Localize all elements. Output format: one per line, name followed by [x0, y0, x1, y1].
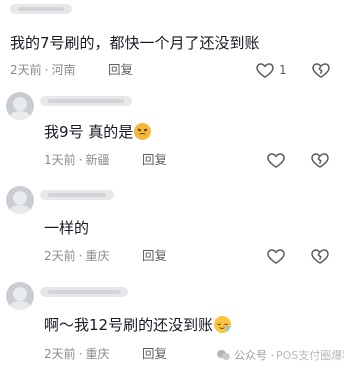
comment-location: 新疆 — [85, 153, 110, 167]
comment-time: 2天前 — [44, 249, 76, 263]
like-button[interactable] — [265, 149, 287, 171]
heart-outline-icon — [267, 249, 285, 264]
watermark-prefix: 公众号 · — [234, 349, 274, 362]
username-redacted — [40, 287, 128, 297]
comment-text: 我9号 真的是 — [44, 122, 152, 142]
dislike-button[interactable] — [310, 59, 332, 81]
comment-time: 2天前 — [44, 347, 76, 361]
username-redacted — [40, 96, 132, 106]
like-count: 1 — [279, 63, 287, 77]
heart-outline-icon — [267, 153, 285, 168]
avatar[interactable] — [6, 92, 34, 120]
reply-button[interactable]: 回复 — [142, 346, 167, 362]
dislike-button[interactable] — [309, 245, 331, 267]
avatar[interactable] — [6, 186, 34, 214]
broken-heart-icon — [311, 249, 329, 264]
comment-item: 我9号 真的是 1天前 · 新疆 回复 — [0, 92, 344, 174]
reply-button[interactable]: 回复 — [142, 248, 167, 264]
comment-meta: 2天前 · 重庆 — [44, 249, 110, 263]
comment-item: 我的7号刷的，都快一个月了还没到账 2天前 · 河南 回复 1 — [0, 0, 344, 82]
comment-time: 1天前 — [44, 153, 76, 167]
comment-text: 一样的 — [44, 219, 90, 237]
comment-time: 2天前 — [10, 63, 42, 77]
like-button[interactable] — [254, 59, 276, 81]
comment-location: 重庆 — [85, 249, 110, 263]
drooling-face-emoji — [214, 316, 232, 333]
username-redacted — [10, 4, 72, 14]
comment-item: 一样的 2天前 · 重庆 回复 — [0, 186, 344, 268]
broken-heart-icon — [311, 153, 329, 168]
comment-text: 啊～我12号刷的还没到账 — [44, 315, 232, 335]
like-button[interactable] — [265, 245, 287, 267]
dislike-button[interactable] — [309, 149, 331, 171]
reply-button[interactable]: 回复 — [108, 62, 133, 78]
watermark: 公众号 · POS支付圈爆料 — [217, 347, 344, 363]
broken-heart-icon — [312, 63, 330, 78]
avatar[interactable] — [6, 282, 34, 310]
heart-outline-icon — [256, 63, 274, 78]
watermark-name: POS支付圈爆料 — [276, 349, 344, 362]
comment-location: 河南 — [51, 63, 76, 77]
comment-text: 我的7号刷的，都快一个月了还没到账 — [10, 34, 260, 52]
comment-meta: 2天前 · 重庆 — [44, 347, 110, 361]
comment-location: 重庆 — [85, 347, 110, 361]
sad-face-emoji — [134, 123, 152, 140]
wechat-icon — [217, 349, 231, 361]
reply-button[interactable]: 回复 — [142, 152, 167, 168]
username-redacted — [40, 190, 114, 200]
comment-meta: 1天前 · 新疆 — [44, 153, 110, 167]
comment-meta: 2天前 · 河南 — [10, 63, 76, 77]
